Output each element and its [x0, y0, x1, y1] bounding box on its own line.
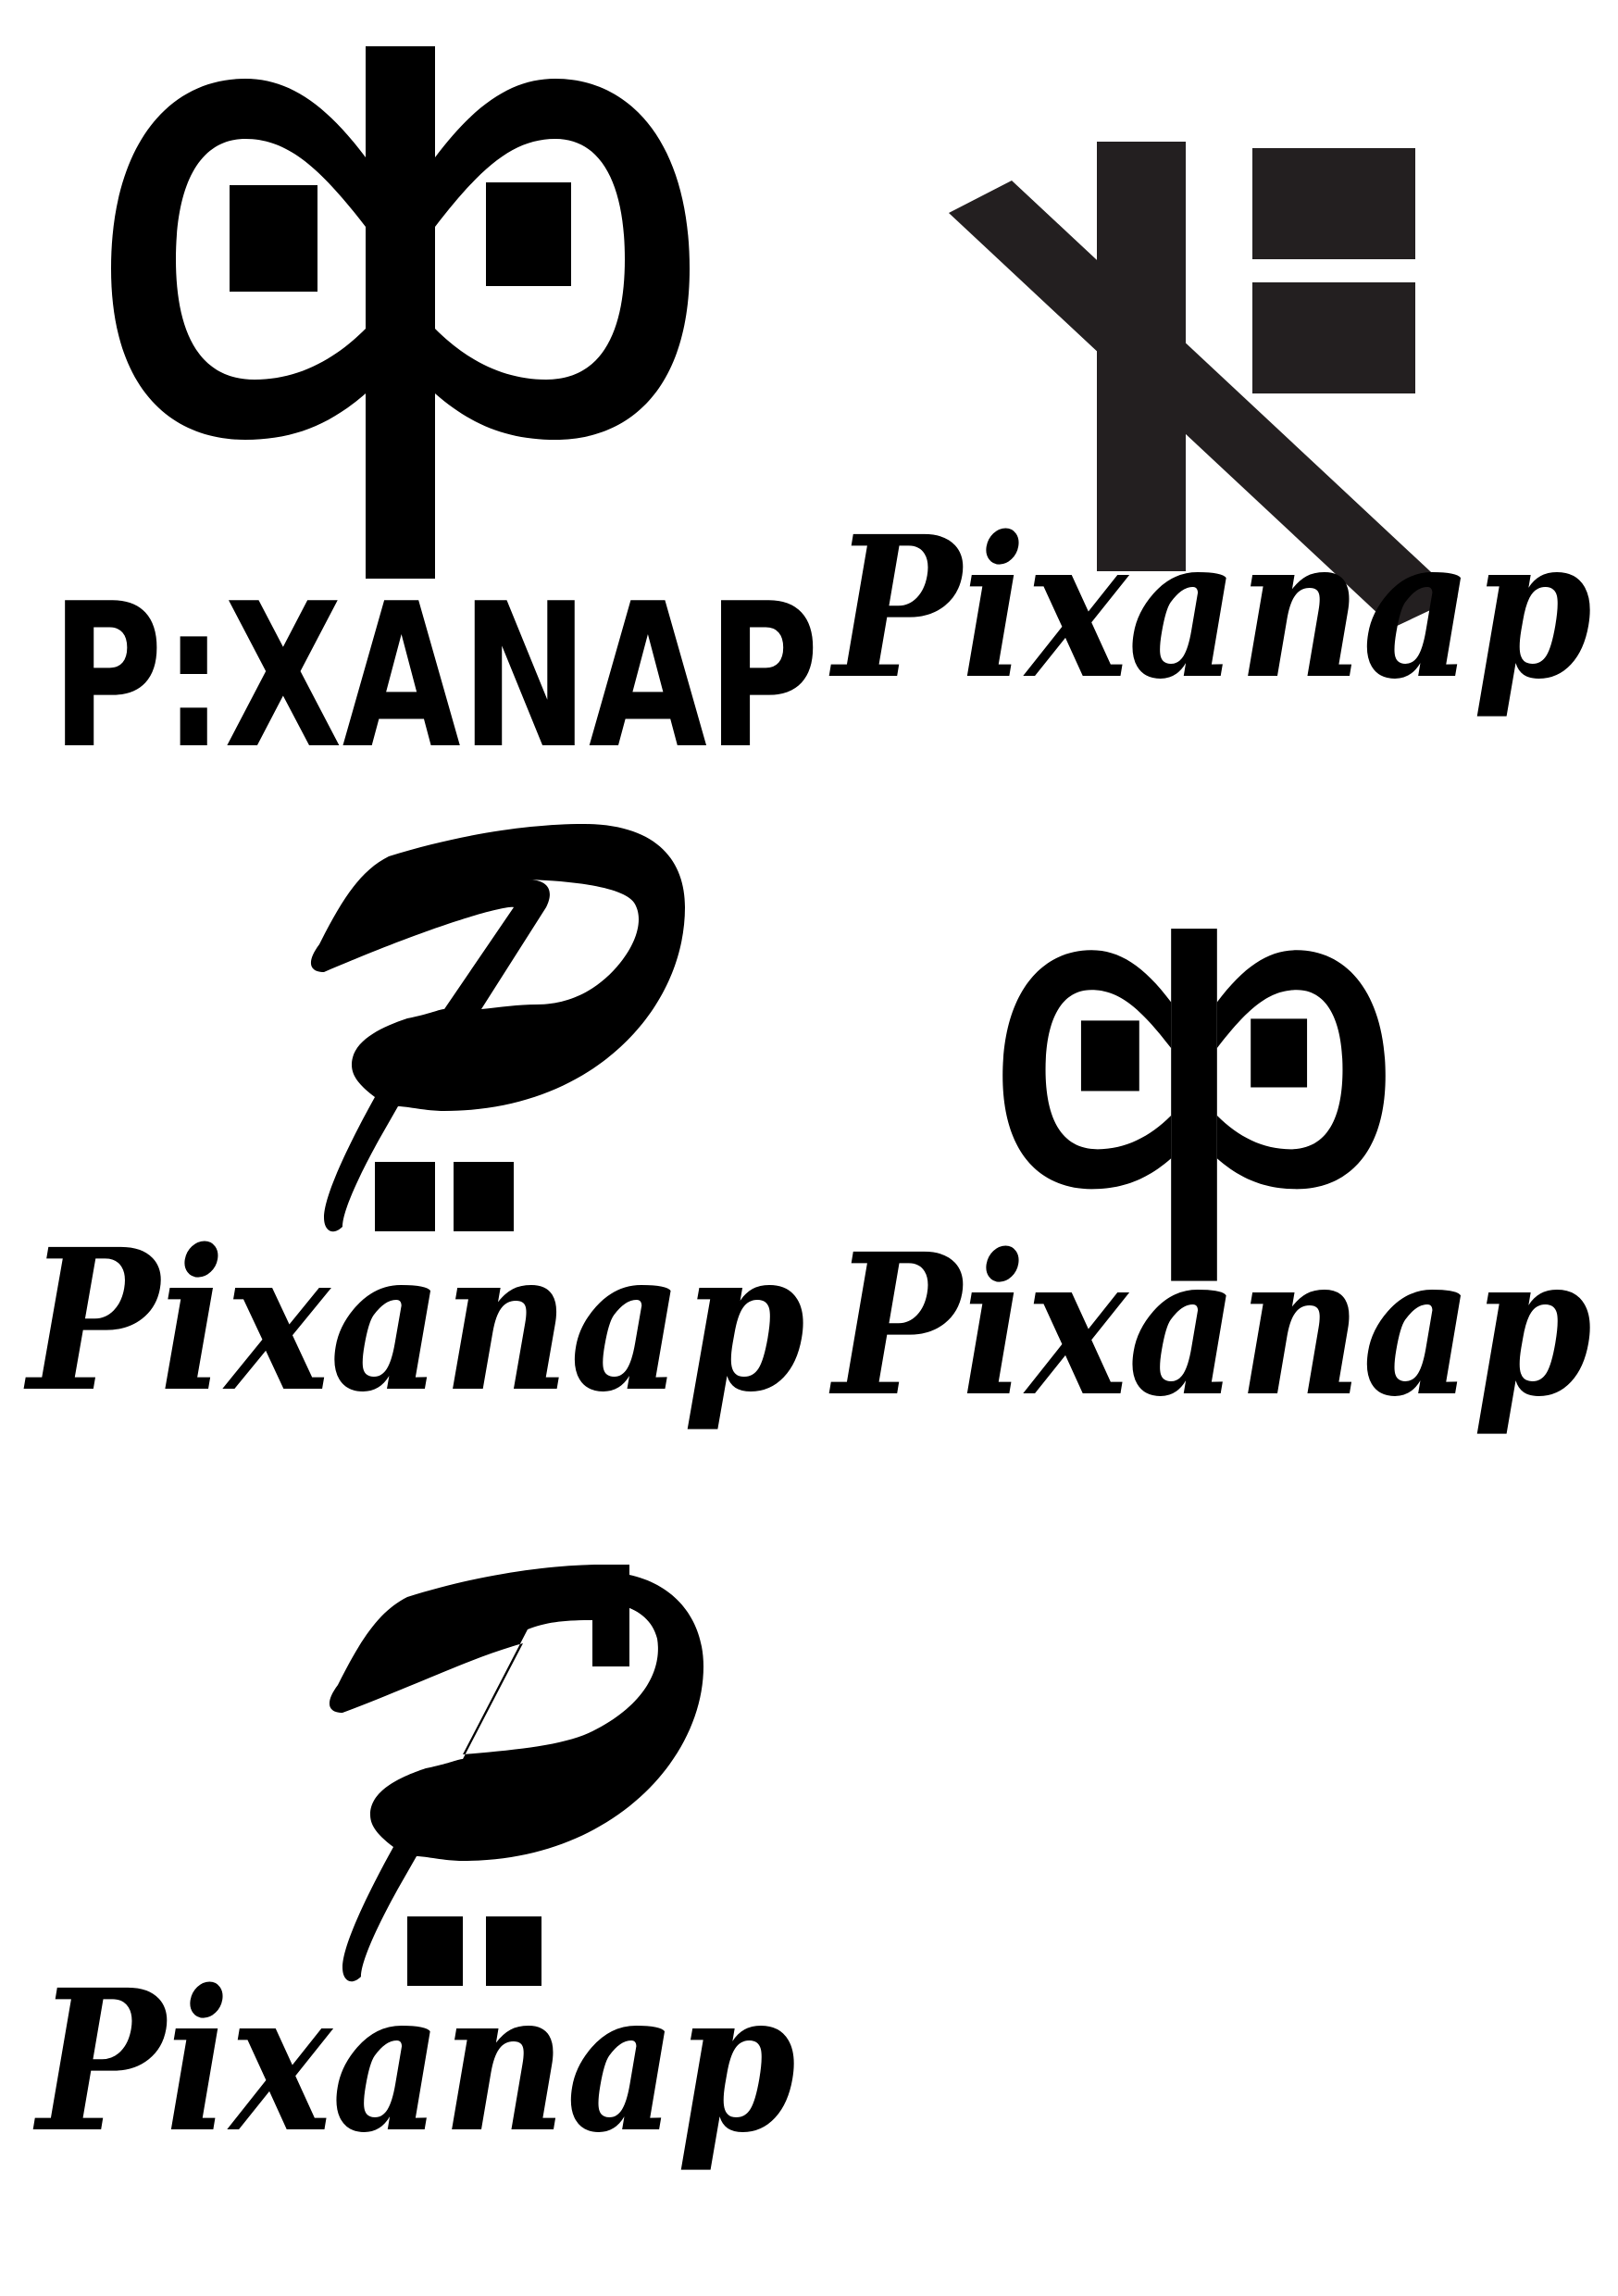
wordmark-script-text: Pixanap — [829, 493, 1592, 722]
logo-phi-script: Pixanap — [829, 917, 1601, 1491]
logo-p-bracket-script: Pixanap — [33, 1565, 833, 2231]
wordmark-script: Pixanap — [829, 1211, 1592, 1440]
logo-phi-block: P:XANAP — [51, 37, 833, 792]
wordmark-script-text: Pixanap — [829, 1211, 1592, 1440]
wordmark-block: P:XANAP — [51, 560, 819, 792]
wordmark-script: Pixanap — [33, 1947, 796, 2176]
wordmark-block-text: P:XANAP — [51, 560, 819, 792]
wordmark-script: Pixanap — [24, 1206, 805, 1435]
logo-k-script: Pixanap — [829, 120, 1601, 768]
wordmark-script-text: Pixanap — [24, 1206, 805, 1435]
wordmark-script-text: Pixanap — [33, 1947, 796, 2176]
wordmark-script: Pixanap — [829, 493, 1592, 722]
logo-p-script: Pixanap — [19, 824, 815, 1491]
